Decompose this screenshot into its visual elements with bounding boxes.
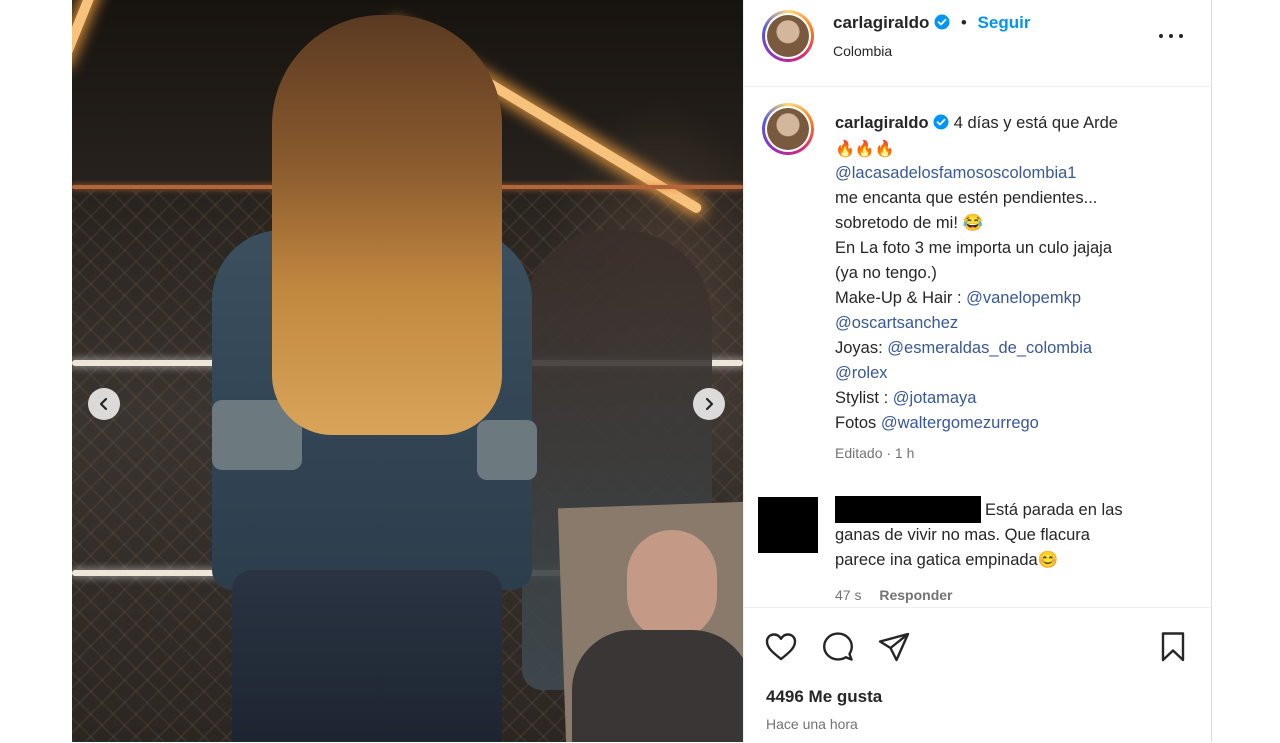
comments-section[interactable]: carlagiraldo 4 días y está que Arde 🔥🔥🔥 …: [744, 87, 1211, 607]
photo-person-sleeve: [477, 420, 537, 480]
heart-icon: [765, 633, 797, 661]
photo-poster-face: [627, 530, 717, 640]
makeup-label: Make-Up & Hair :: [835, 289, 962, 307]
photo-person-jeans: [232, 570, 502, 742]
chevron-left-icon: [99, 397, 108, 411]
save-button[interactable]: [1156, 630, 1190, 664]
more-options-icon[interactable]: [1158, 24, 1184, 48]
follow-button[interactable]: Seguir: [978, 13, 1031, 32]
mention-waltergomezurrego[interactable]: @waltergomezurrego: [881, 414, 1039, 432]
author-avatar[interactable]: [762, 10, 814, 62]
verified-badge-icon: [934, 14, 950, 30]
verified-badge-icon: [933, 114, 949, 130]
caption-intro: 4 días y está que Arde: [953, 114, 1118, 132]
caption-line: me encanta que estén pendientes...: [835, 189, 1098, 207]
fotos-label: Fotos: [835, 414, 877, 432]
author-username[interactable]: carlagiraldo: [833, 13, 929, 32]
post-actions: 4496 Me gusta Hace una hora: [744, 607, 1211, 743]
previous-photo-button[interactable]: [88, 388, 120, 420]
author-line: carlagiraldo • Seguir: [833, 13, 1030, 33]
mention-jotamaya[interactable]: @jotamaya: [893, 389, 977, 407]
comment-icon: [823, 632, 853, 661]
photo-person-hair: [272, 15, 502, 435]
next-photo-button[interactable]: [693, 388, 725, 420]
separator-dot: •: [960, 13, 967, 32]
stylist-label: Stylist :: [835, 389, 889, 407]
caption-author-avatar[interactable]: [762, 103, 814, 155]
post-photo[interactable]: [72, 0, 743, 742]
photo-poster-body: [572, 630, 743, 742]
caption-line: (ya no tengo.): [835, 264, 937, 282]
caption-edited-time: Editado · 1 h: [835, 445, 915, 461]
post-side-panel: carlagiraldo • Seguir Colombia carlagira…: [743, 0, 1212, 742]
post-timestamp[interactable]: Hace una hora: [766, 716, 858, 732]
comment-meta: 47 s Responder: [835, 587, 952, 603]
fire-emojis: 🔥🔥🔥: [835, 139, 895, 158]
mention-esmeraldas[interactable]: @esmeraldas_de_colombia: [887, 339, 1092, 357]
caption-line: En La foto 3 me importa un culo jajaja: [835, 239, 1112, 257]
share-icon: [878, 632, 910, 662]
joyas-label: Joyas:: [835, 339, 883, 357]
post-header: carlagiraldo • Seguir Colombia: [744, 0, 1211, 87]
caption-username[interactable]: carlagiraldo: [835, 114, 929, 132]
bookmark-icon: [1161, 632, 1185, 662]
like-button[interactable]: [764, 630, 798, 664]
share-button[interactable]: [877, 630, 911, 664]
commenter-avatar-redacted: [758, 497, 818, 553]
caption-line: sobretodo de mi! 😂: [835, 214, 984, 232]
comment-button[interactable]: [821, 630, 855, 664]
likes-count[interactable]: 4496 Me gusta: [766, 687, 882, 707]
comment-time: 47 s: [835, 587, 862, 603]
reply-button[interactable]: Responder: [879, 587, 952, 603]
mention-oscartsanchez[interactable]: @oscartsanchez: [835, 311, 1180, 336]
chevron-right-icon: [705, 397, 714, 411]
comment-line: Está parada en las: [985, 501, 1123, 519]
instagram-post: carlagiraldo • Seguir Colombia carlagira…: [72, 0, 1212, 742]
caption-text: carlagiraldo 4 días y está que Arde 🔥🔥🔥 …: [835, 111, 1180, 436]
mention-vanelopemkp[interactable]: @vanelopemkp: [966, 289, 1081, 307]
post-location[interactable]: Colombia: [833, 43, 892, 59]
mention-lacasadelosfamosos[interactable]: @lacasadelosfamososcolombia1: [835, 161, 1180, 186]
mention-rolex[interactable]: @rolex: [835, 361, 1180, 386]
comment-item: Está parada en las ganas de vivir no mas…: [744, 492, 1211, 607]
commenter-username-redacted: [835, 496, 981, 523]
comment-line: ganas de vivir no mas. Que flacura: [835, 526, 1090, 544]
comment-line: parece ina gatica empinada😊: [835, 551, 1059, 569]
